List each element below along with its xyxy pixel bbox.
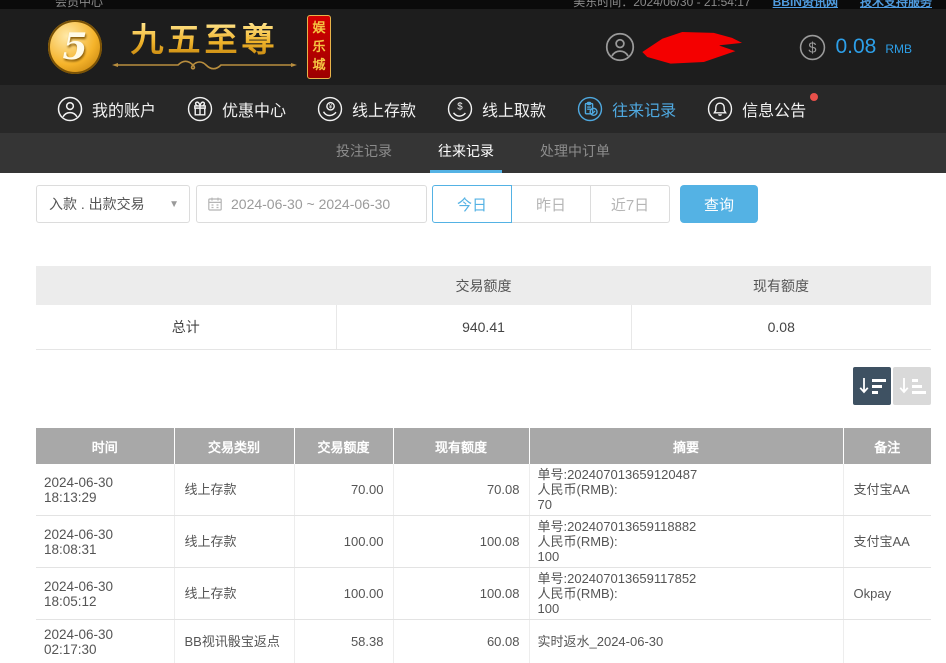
dollar-coin-icon: $: [799, 34, 826, 61]
summary-header-current-amount: 现有额度: [631, 266, 931, 305]
site-header: 5 九五至尊 娱乐城 $: [0, 9, 946, 85]
sort-ascending-button[interactable]: [893, 367, 931, 405]
today-button[interactable]: 今日: [432, 185, 512, 223]
records-table: 时间 交易类别 交易额度 现有额度 摘要 备注 2024-06-30 18:13…: [36, 428, 931, 663]
avatar-icon[interactable]: [605, 32, 635, 62]
nav-my-account[interactable]: 我的账户: [57, 96, 156, 122]
col-header-type: 交易类别: [174, 428, 294, 464]
brand-name: 九五至尊: [131, 23, 279, 58]
arrow-down-icon: [899, 377, 909, 395]
summary-table: 交易额度 现有额度 总计 940.41 0.08: [36, 266, 931, 350]
svg-text:$: $: [809, 40, 817, 56]
nav-promotions[interactable]: 优惠中心: [187, 96, 286, 122]
balance-amount: 0.08: [835, 35, 876, 59]
table-row: 2024-06-30 02:17:30 BB视讯骰宝返点 58.38 60.08…: [36, 620, 931, 663]
last7days-button[interactable]: 近7日: [590, 185, 670, 223]
filter-bar: 入款 . 出款交易 ▼ 2024-06-30 ~ 2024-06-30 今日 昨…: [36, 185, 931, 223]
calendar-icon: [207, 196, 223, 212]
col-header-balance: 现有额度: [393, 428, 529, 464]
nav-withdraw[interactable]: $ 线上取款: [447, 96, 546, 122]
logo-flourish-icon: [112, 58, 297, 71]
transaction-type-select[interactable]: 入款 . 出款交易 ▼: [36, 185, 190, 223]
dollar-hand-icon: $: [447, 96, 473, 122]
summary-header-blank: [36, 266, 336, 305]
nav-transaction-records[interactable]: 往来记录: [577, 96, 676, 122]
wallet-balance[interactable]: $ 0.08 RMB: [799, 34, 912, 61]
top-strip: 会员中心 美东时间：2024/06/30 - 21:54:17 BBIN资讯网 …: [0, 0, 946, 9]
logo-monogram-icon: 5: [48, 20, 102, 74]
tech-support-link[interactable]: 技术支持服务: [860, 0, 932, 9]
quick-range-group: 今日 昨日 近7日: [432, 185, 670, 223]
main-nav: 我的账户 优惠中心 ¥ 线上存款 $ 线上取款: [0, 85, 946, 133]
search-button[interactable]: 查询: [680, 185, 758, 223]
col-header-note: 备注: [843, 428, 931, 464]
summary-header-trade-amount: 交易额度: [336, 266, 631, 305]
records-header-row: 时间 交易类别 交易额度 现有额度 摘要 备注: [36, 428, 931, 464]
col-header-time: 时间: [36, 428, 174, 464]
tab-bet-records[interactable]: 投注记录: [328, 133, 400, 173]
summary-total-label: 总计: [36, 305, 336, 349]
site-logo[interactable]: 5 九五至尊 娱乐城: [48, 15, 331, 80]
col-header-amount: 交易额度: [294, 428, 393, 464]
bbin-news-link[interactable]: BBIN资讯网: [773, 0, 838, 9]
summary-total-row: 总计 940.41 0.08: [36, 305, 931, 349]
notification-red-dot: [810, 93, 818, 101]
yesterday-button[interactable]: 昨日: [511, 185, 591, 223]
tab-transaction-records[interactable]: 往来记录: [430, 133, 502, 173]
coin-hand-icon: ¥: [317, 96, 343, 122]
username-redaction-scribble: [639, 25, 747, 69]
date-range-input[interactable]: 2024-06-30 ~ 2024-06-30: [196, 185, 427, 223]
balance-currency: RMB: [885, 42, 912, 56]
sort-desc-bars-icon: [872, 379, 886, 394]
svg-text:$: $: [457, 102, 463, 113]
chevron-down-icon: ▼: [169, 199, 179, 210]
sort-asc-bars-icon: [912, 379, 926, 394]
summary-total-trade: 940.41: [336, 305, 631, 349]
arrow-down-icon: [859, 377, 869, 395]
record-list-icon: [577, 96, 603, 122]
summary-total-current: 0.08: [631, 305, 931, 349]
table-row: 2024-06-30 18:13:29 线上存款 70.00 70.08 单号:…: [36, 464, 931, 516]
brand-sub-badge: 娱乐城: [307, 15, 331, 80]
gift-icon: [187, 96, 213, 122]
sort-descending-button[interactable]: [853, 367, 891, 405]
bell-icon: [707, 96, 733, 122]
nav-announcements[interactable]: 信息公告: [707, 96, 806, 122]
tab-pending-orders[interactable]: 处理中订单: [532, 133, 618, 173]
nav-deposit[interactable]: ¥ 线上存款: [317, 96, 416, 122]
table-row: 2024-06-30 18:05:12 线上存款 100.00 100.08 单…: [36, 568, 931, 620]
sort-controls: [0, 367, 931, 405]
server-time: 美东时间：2024/06/30 - 21:54:17: [573, 0, 750, 9]
member-center-link[interactable]: 会员中心: [55, 0, 103, 9]
record-subnav: 投注记录 往来记录 处理中订单: [0, 133, 946, 173]
table-row: 2024-06-30 18:08:31 线上存款 100.00 100.08 单…: [36, 516, 931, 568]
user-icon: [57, 96, 83, 122]
col-header-summary: 摘要: [529, 428, 843, 464]
